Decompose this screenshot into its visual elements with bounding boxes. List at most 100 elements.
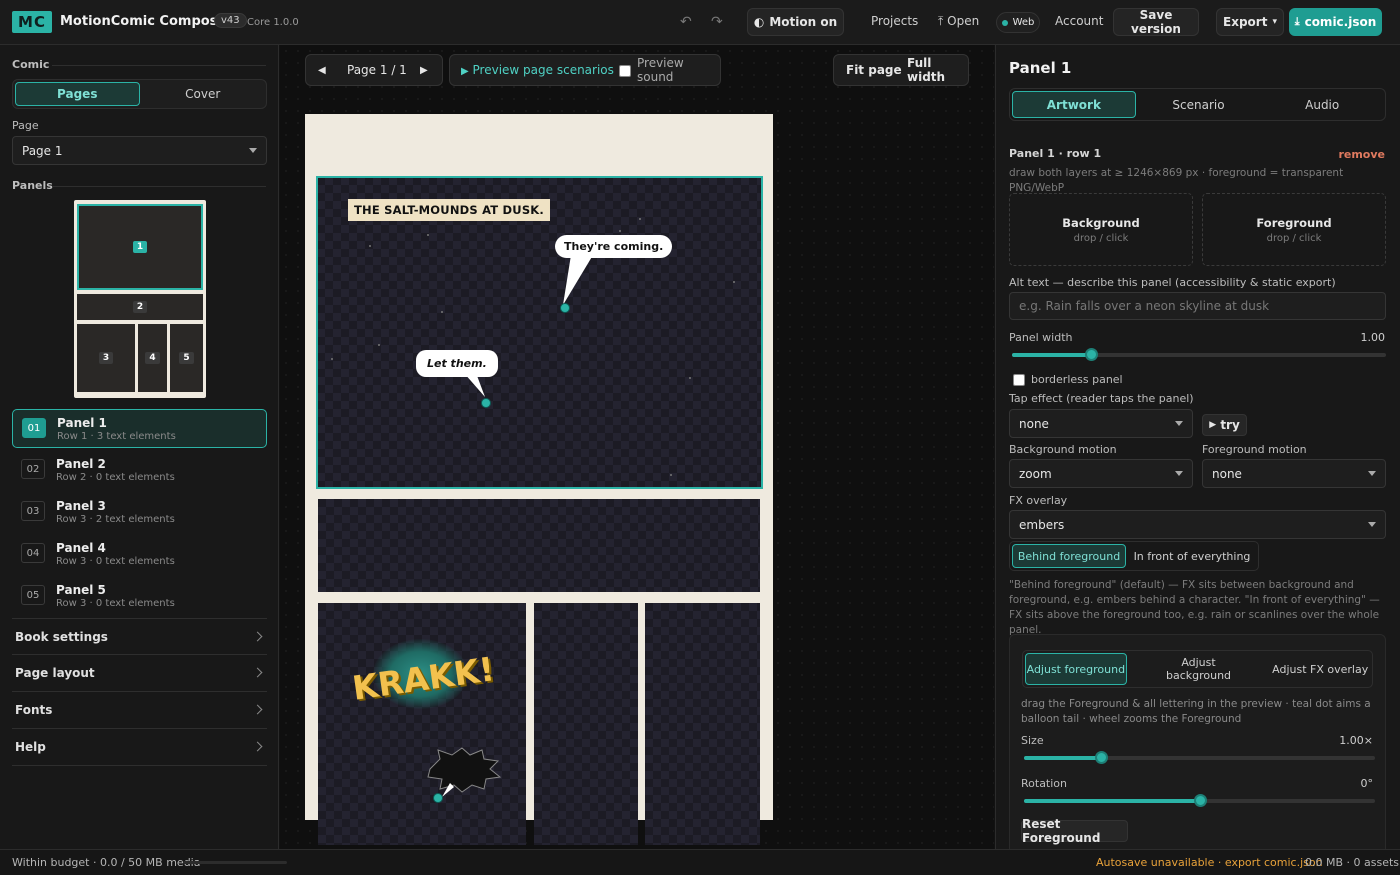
tab-scenario[interactable]: Scenario — [1138, 91, 1260, 118]
divider — [52, 186, 266, 187]
balloon-tail-handle[interactable] — [433, 793, 443, 803]
autosave-warning[interactable]: Autosave unavailable · export comic.json — [1096, 856, 1323, 869]
thumb-number: 1 — [132, 241, 148, 253]
export-button[interactable]: Export ▾ — [1216, 8, 1284, 36]
select-value: zoom — [1019, 466, 1052, 481]
panel-list-item[interactable]: 03 Panel 3 Row 3 · 2 text elements — [12, 493, 267, 532]
page-indicator: Page 1 / 1 — [347, 63, 407, 77]
try-tap-effect-button[interactable]: ▶ try — [1202, 414, 1247, 436]
borderless-checkbox[interactable] — [1013, 374, 1025, 386]
panel-heading: Panel 1 — [1009, 59, 1072, 77]
speech-balloon[interactable]: They're coming. — [555, 235, 673, 258]
rotation-value: 0° — [1360, 777, 1374, 790]
size-label: Size — [1021, 734, 1044, 747]
size-slider[interactable] — [1024, 751, 1375, 764]
page-label: Page — [12, 119, 39, 132]
tab-adjust-fx[interactable]: Adjust FX overlay — [1270, 653, 1370, 685]
panel-list-item[interactable]: 01 Panel 1 Row 1 · 3 text elements — [12, 409, 267, 448]
tab-pages[interactable]: Pages — [15, 82, 140, 106]
panel-width-value: 1.00 — [1360, 331, 1386, 344]
page-select[interactable]: Page 1 — [12, 136, 267, 165]
fx-overlay-select[interactable]: embers — [1009, 510, 1386, 539]
slider-knob[interactable] — [1193, 794, 1207, 807]
panel-4[interactable] — [534, 603, 638, 845]
help-section[interactable]: Help — [12, 729, 267, 766]
chevron-down-icon — [1175, 471, 1183, 476]
book-settings-section[interactable]: Book settings — [12, 618, 267, 655]
rotation-slider[interactable] — [1024, 794, 1375, 807]
assets-status: 0.0 MB · 0 assets — [1305, 856, 1400, 869]
background-motion-select[interactable]: zoom — [1009, 459, 1193, 488]
account-link[interactable]: Account — [1055, 14, 1103, 28]
next-page-icon[interactable]: ▶ — [420, 65, 428, 76]
fit-page-button[interactable]: Fit page — [846, 63, 902, 77]
foreground-drop-zone[interactable]: Foreground drop / click — [1202, 193, 1386, 266]
reset-foreground-button[interactable]: Reset Foreground — [1021, 817, 1128, 845]
panel-subtitle: Row 3 · 2 text elements — [56, 514, 175, 525]
slider-knob[interactable] — [1084, 348, 1098, 361]
remove-link[interactable]: remove — [1338, 148, 1385, 161]
open-link[interactable]: ⤒ Open — [938, 14, 979, 29]
app-name: MotionComic Composer — [60, 14, 233, 29]
panel-list-item[interactable]: 02 Panel 2 Row 2 · 0 text elements — [12, 451, 267, 490]
page-layout-section[interactable]: Page layout — [12, 655, 267, 692]
app-logo: MC — [12, 11, 52, 33]
fx-mode-behind[interactable]: Behind foreground — [1012, 544, 1126, 568]
right-sidebar: Panel 1 Artwork Scenario Audio Panel 1 ·… — [995, 45, 1400, 849]
panel-5[interactable] — [645, 603, 760, 845]
panel-title: Panel 4 — [56, 541, 106, 555]
panel-3[interactable]: KRAKK! — [318, 603, 526, 845]
tab-artwork[interactable]: Artwork — [1012, 91, 1136, 118]
whisper-balloon[interactable]: Let them. — [416, 350, 498, 377]
thumb-number: 3 — [98, 352, 114, 364]
panel-1[interactable]: THE SALT-MOUNDS AT DUSK. They're coming.… — [316, 176, 763, 489]
motion-toggle-button[interactable]: ◐ Motion on — [747, 8, 844, 36]
undo-icon[interactable]: ↶ — [680, 14, 692, 30]
ember-particle — [369, 245, 371, 247]
thumb-panel-1[interactable]: 1 — [77, 204, 203, 290]
alt-text-input[interactable]: e.g. Rain falls over a neon skyline at d… — [1009, 292, 1386, 320]
fx-mode-front[interactable]: In front of everything — [1128, 544, 1256, 568]
projects-link[interactable]: Projects — [871, 14, 918, 28]
fx-help-text: "Behind foreground" (default) — FX sits … — [1009, 579, 1380, 636]
thumb-panel-3[interactable]: 3 — [77, 324, 135, 392]
save-version-button[interactable]: Save version — [1113, 8, 1199, 36]
preview-toolbar: ▶ Preview page scenarios Preview sound — [449, 54, 721, 86]
balloon-tail-handle[interactable] — [481, 398, 491, 408]
tab-cover[interactable]: Cover — [142, 82, 265, 106]
panel-width-slider[interactable] — [1012, 348, 1386, 361]
slider-knob[interactable] — [1095, 751, 1109, 764]
alt-text-label: Alt text — describe this panel (accessib… — [1009, 276, 1336, 289]
web-status-pill[interactable]: Web — [996, 12, 1040, 33]
tab-adjust-background[interactable]: Adjust background — [1129, 653, 1269, 685]
foreground-motion-select[interactable]: none — [1202, 459, 1386, 488]
full-width-button[interactable]: Full width — [907, 56, 968, 84]
balloon-tail-handle[interactable] — [560, 303, 570, 313]
thumb-panel-5[interactable]: 5 — [170, 324, 203, 392]
chevron-down-icon: ▾ — [1272, 17, 1277, 27]
ember-particle — [689, 377, 691, 379]
fonts-section[interactable]: Fonts — [12, 692, 267, 729]
section-label: Fonts — [15, 703, 53, 717]
background-drop-zone[interactable]: Background drop / click — [1009, 193, 1193, 266]
panel-list-item[interactable]: 05 Panel 5 Row 3 · 0 text elements — [12, 577, 267, 616]
panel-title: Panel 5 — [56, 583, 106, 597]
prev-page-icon[interactable]: ◀ — [318, 65, 326, 76]
panel-caption[interactable]: THE SALT-MOUNDS AT DUSK. — [348, 199, 550, 221]
select-value: none — [1019, 416, 1049, 431]
preview-sound-checkbox[interactable] — [619, 65, 631, 77]
download-json-button[interactable]: ⤓ comic.json — [1289, 8, 1382, 36]
thumb-panel-2[interactable]: 2 — [77, 294, 203, 320]
redo-icon[interactable]: ↷ — [711, 14, 723, 30]
panel-list-item[interactable]: 04 Panel 4 Row 3 · 0 text elements — [12, 535, 267, 574]
tap-effect-select[interactable]: none — [1009, 409, 1193, 438]
chevron-down-icon — [1368, 522, 1376, 527]
chevron-down-icon — [249, 148, 257, 153]
tab-adjust-foreground[interactable]: Adjust foreground — [1025, 653, 1127, 685]
panel-2[interactable] — [318, 499, 760, 592]
tab-audio[interactable]: Audio — [1261, 91, 1383, 118]
upload-icon: ⤒ — [938, 14, 944, 28]
thumb-panel-4[interactable]: 4 — [138, 324, 167, 392]
status-bar: Within budget · 0.0 / 50 MB media Autosa… — [0, 849, 1400, 875]
preview-scenarios-button[interactable]: ▶ Preview page scenarios — [461, 63, 614, 77]
